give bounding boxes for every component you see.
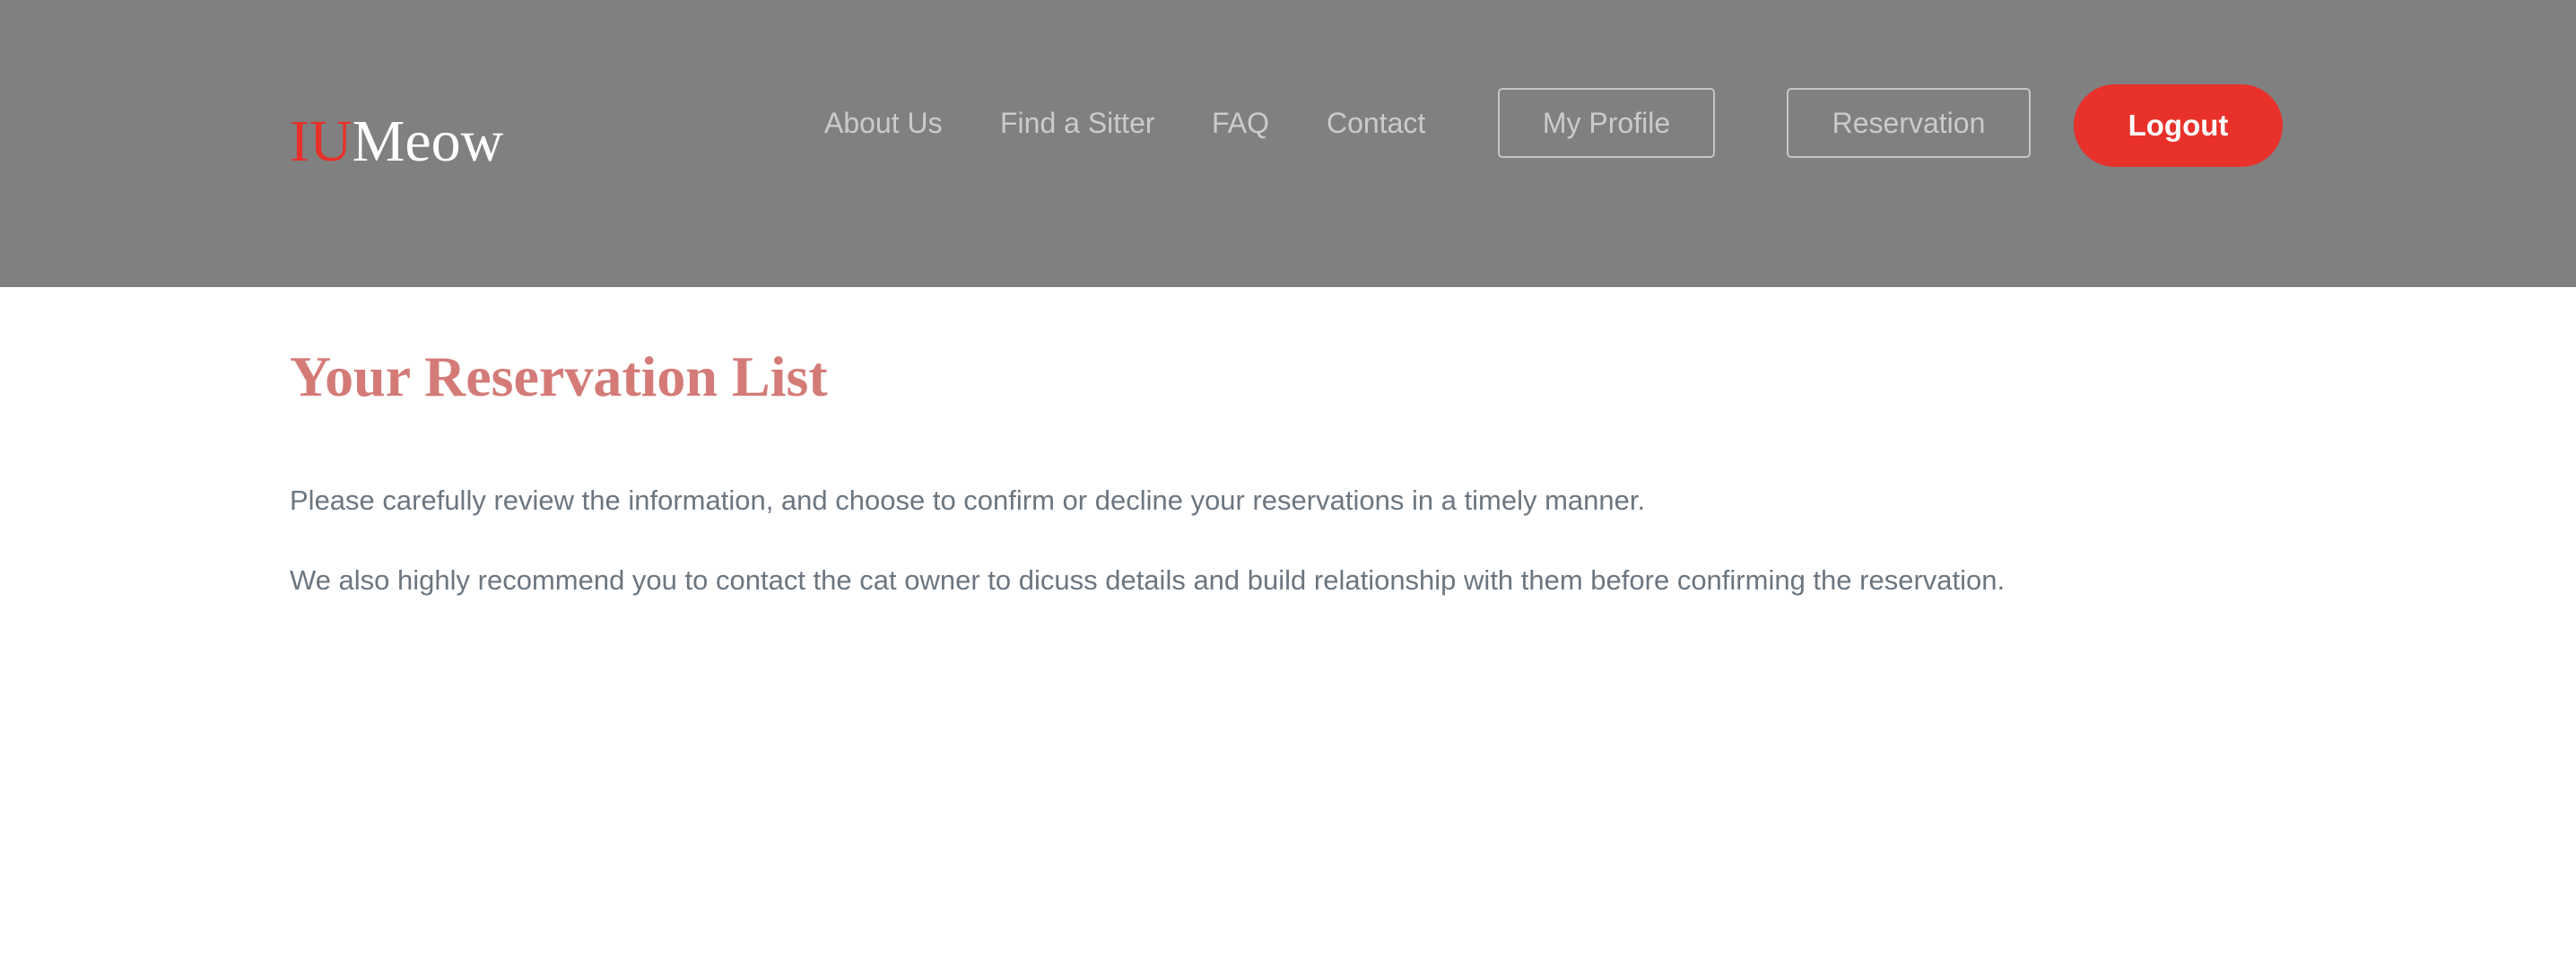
logout-button[interactable]: Logout: [2074, 84, 2283, 167]
logo-iu: IU: [290, 109, 352, 174]
instruction-paragraph: Please carefully review the information,…: [290, 485, 1646, 516]
page-title: Your Reservation List: [290, 345, 828, 408]
reservation-button[interactable]: Reservation: [1787, 88, 2031, 158]
nav-about-us[interactable]: About Us: [824, 105, 943, 141]
site-header: IUMeow About Us Find a Sitter FAQ Contac…: [0, 0, 2576, 287]
site-logo[interactable]: IUMeow: [290, 108, 503, 176]
nav-faq[interactable]: FAQ: [1212, 105, 1269, 141]
recommendation-paragraph: We also highly recommend you to contact …: [290, 564, 2006, 596]
nav-find-a-sitter[interactable]: Find a Sitter: [1000, 105, 1155, 141]
logo-meow: Meow: [352, 109, 504, 174]
my-profile-button[interactable]: My Profile: [1498, 88, 1715, 158]
nav-contact[interactable]: Contact: [1327, 105, 1425, 141]
